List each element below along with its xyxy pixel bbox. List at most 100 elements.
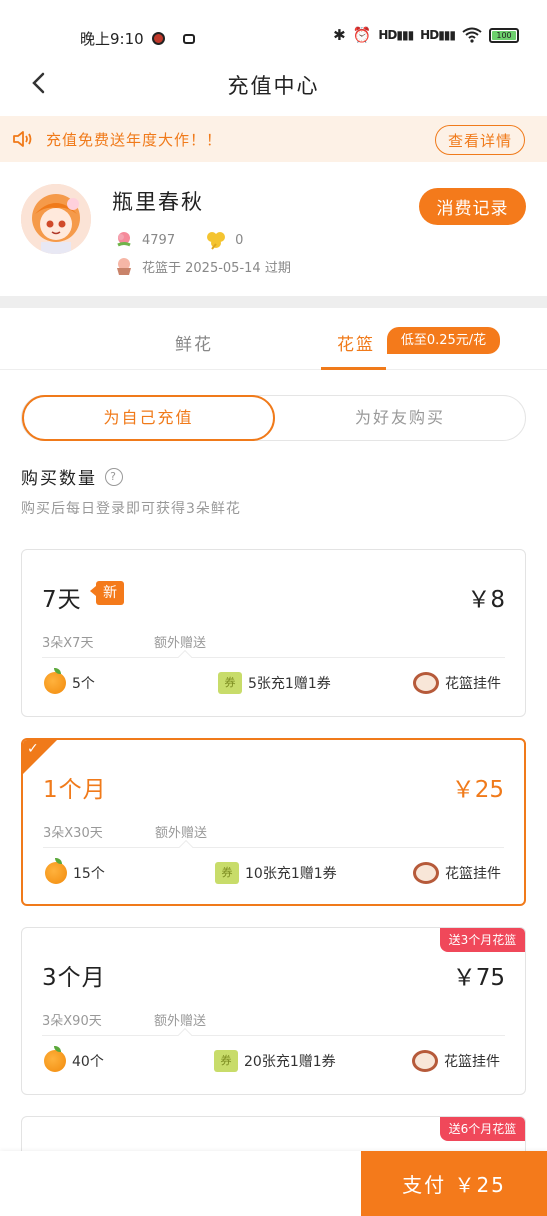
notice-banner: 充值免费送年度大作！！ 查看详情: [0, 116, 547, 162]
consumption-records-button[interactable]: 消费记录: [419, 188, 526, 225]
orange-icon: [44, 668, 66, 694]
product-tabs: 鲜花 花篮 低至0.25元/花: [0, 308, 547, 370]
username: 瓶里春秋: [112, 190, 204, 214]
alarm-icon: ⏰: [352, 26, 372, 44]
plan-price: ￥25: [451, 777, 504, 803]
status-icons: ✱ ⏰ HD▮▮▮ HD▮▮▮ 100: [333, 26, 519, 44]
clock-text: 晚上9:10: [80, 30, 144, 48]
section-divider: [0, 296, 547, 308]
clover-icon: [207, 232, 226, 250]
bonus-oranges-count: 5个: [72, 676, 95, 692]
quantity-label-text: 购买数量: [21, 469, 97, 489]
bluetooth-icon: ✱: [333, 26, 346, 44]
bonus-coupon: 券 5张充1赠1券: [218, 672, 331, 694]
plan-per-day: 3朵X7天: [42, 636, 94, 651]
notice-text: 充值免费送年度大作！！: [46, 131, 223, 149]
stats-row: 4797 0: [114, 230, 273, 250]
orange-icon: [44, 1046, 66, 1072]
plan-divider: [42, 1035, 505, 1036]
pay-button[interactable]: 支付 ￥25: [361, 1151, 547, 1216]
bonus-oranges: 15个: [45, 858, 105, 884]
basket-pendant-icon: [413, 672, 439, 694]
plan-name: 1个月: [43, 777, 107, 803]
bonus-coupon-text: 5张充1赠1券: [248, 676, 331, 692]
extra-gift-label: 额外赠送: [154, 1014, 207, 1029]
bonus-pendant: 花篮挂件: [412, 1050, 500, 1072]
bonus-oranges: 40个: [44, 1046, 104, 1072]
price-badge: 低至0.25元/花: [387, 327, 500, 354]
plan-divider: [42, 657, 505, 658]
battery-level: 100: [492, 30, 516, 40]
tab-basket[interactable]: 花篮: [337, 330, 375, 355]
app-notification-icon: [151, 32, 165, 45]
plan-card-7-days[interactable]: 7天 新 ￥8 3朵X7天 额外赠送 5个 券 5张充1赠1券 花篮挂件: [21, 549, 526, 717]
bonus-coupon: 券 10张充1赠1券: [215, 862, 337, 884]
bonus-pendant-text: 花篮挂件: [445, 866, 501, 882]
bonus-oranges-count: 40个: [72, 1054, 104, 1070]
check-icon: ✓: [27, 741, 39, 757]
bonus-oranges: 5个: [44, 668, 95, 694]
plan-divider-notch: [177, 649, 193, 665]
tab-flowers[interactable]: 鲜花: [175, 330, 213, 355]
plan-card-1-month[interactable]: ✓ 1个月 ￥25 3朵X30天 额外赠送 15个 券 10张充1赠1券 花篮挂…: [21, 738, 526, 906]
signal-icon-1: HD▮▮▮: [378, 28, 414, 42]
signal-icon-2: HD▮▮▮: [420, 28, 456, 42]
plan-name: 7天: [42, 587, 82, 613]
quantity-label: 购买数量 ?: [21, 464, 123, 489]
bonus-pendant: 花篮挂件: [413, 862, 501, 884]
recharge-target-segment: 为自己充值 为好友购买: [21, 395, 526, 441]
basket-pendant-icon: [412, 1050, 438, 1072]
battery-icon: 100: [489, 27, 519, 43]
bonus-coupon-text: 10张充1赠1券: [245, 866, 337, 882]
plan-per-day: 3朵X90天: [42, 1014, 102, 1029]
avatar-image: [21, 184, 91, 254]
bottom-pay-bar: 支付 ￥25: [0, 1151, 547, 1216]
basket-pendant-icon: [413, 862, 439, 884]
avatar[interactable]: [21, 184, 91, 254]
coupon-icon: 券: [214, 1050, 238, 1072]
extra-gift-label: 额外赠送: [155, 826, 208, 841]
gift-tag: 送6个月花篮: [440, 1117, 525, 1141]
coupon-icon: 券: [218, 672, 242, 694]
gift-tag: 送3个月花篮: [440, 928, 525, 952]
clover-count: 0: [235, 232, 244, 248]
plan-price: ￥8: [467, 587, 505, 613]
plan-divider: [43, 847, 504, 848]
bonus-oranges-count: 15个: [73, 866, 105, 882]
bonus-coupon: 券 20张充1赠1券: [214, 1050, 336, 1072]
hd-label-1: HD: [378, 28, 397, 42]
notification-icon: [182, 33, 195, 44]
view-details-button[interactable]: 查看详情: [435, 125, 525, 155]
hd-label-2: HD: [420, 28, 439, 42]
plan-per-day: 3朵X30天: [43, 826, 103, 841]
bonus-pendant: 花篮挂件: [413, 672, 501, 694]
plan-divider-notch: [177, 1027, 193, 1043]
basket-expiry-row: 花篮于 2025-05-14 过期: [114, 256, 291, 276]
plan-name: 3个月: [42, 965, 106, 991]
basket-expiry-text: 花篮于 2025-05-14 过期: [142, 260, 291, 276]
flowers-count: 4797: [142, 232, 176, 248]
bonus-coupon-text: 20张充1赠1券: [244, 1054, 336, 1070]
segment-for-friend[interactable]: 为好友购买: [275, 396, 525, 440]
profile-section: 瓶里春秋 消费记录 4797 0 花篮于 2025-05-14 过期: [0, 162, 547, 296]
wifi-icon: [462, 27, 482, 43]
speaker-icon: [13, 131, 32, 147]
status-time: 晚上9:10: [80, 28, 195, 49]
help-icon[interactable]: ?: [105, 467, 123, 486]
orange-icon: [45, 858, 67, 884]
coupon-icon: 券: [215, 862, 239, 884]
plan-divider-notch: [178, 839, 194, 855]
quantity-subtitle: 购买后每日登录即可获得3朵鲜花: [21, 501, 241, 517]
segment-for-self[interactable]: 为自己充值: [22, 395, 275, 441]
page-title: 充值中心: [227, 74, 320, 98]
extra-gift-label: 额外赠送: [154, 636, 207, 651]
basket-small-icon: [117, 258, 131, 275]
bonus-pendant-text: 花篮挂件: [445, 676, 501, 692]
tab-active-indicator: [321, 367, 386, 370]
new-badge: 新: [90, 581, 124, 605]
bonus-pendant-text: 花篮挂件: [444, 1054, 500, 1070]
plan-price: ￥75: [452, 965, 505, 991]
flower-icon: [117, 232, 131, 247]
plan-card-3-months[interactable]: 送3个月花篮 3个月 ￥75 3朵X90天 额外赠送 40个 券 20张充1赠1…: [21, 927, 526, 1095]
nav-bar: 充值中心: [0, 60, 547, 108]
